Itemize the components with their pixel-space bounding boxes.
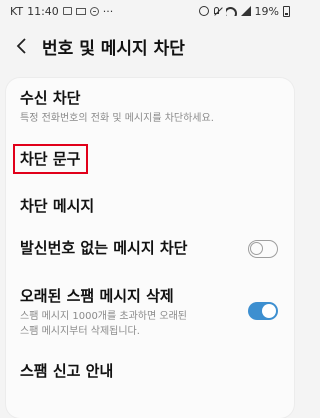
highlight-box: 차단 문구 xyxy=(13,144,89,174)
toggle-knob xyxy=(250,242,263,255)
delete-old-spam-desc-line2: 스팸 메시지부터 삭제됩니다. xyxy=(20,326,140,337)
signal-icon xyxy=(240,6,251,16)
spam-report-title: 스팸 신고 안내 xyxy=(20,362,114,380)
no-caller-id-toggle[interactable] xyxy=(248,240,278,258)
status-left: KT 11:40 ··· xyxy=(10,5,113,18)
settings-card: 수신 차단 특정 전화번호의 전화 및 메시지를 차단하세요. 차단 문구 차단… xyxy=(6,78,294,418)
receive-block-title: 수신 차단 xyxy=(20,89,81,107)
clock: 11:40 xyxy=(27,4,59,18)
page-title: 번호 및 메시지 차단 xyxy=(42,38,185,59)
alarm-icon xyxy=(198,6,209,16)
block-phrase-title: 차단 문구 xyxy=(20,150,81,168)
app-bar: 번호 및 메시지 차단 xyxy=(0,22,300,70)
blocked-messages-item[interactable]: 차단 메시지 xyxy=(6,196,294,216)
blocked-messages-title: 차단 메시지 xyxy=(20,197,95,215)
toggle-knob xyxy=(262,304,276,318)
delete-old-spam-toggle[interactable] xyxy=(248,302,278,320)
image-notification-icon xyxy=(62,7,72,15)
battery-icon xyxy=(283,5,290,17)
status-bar: KT 11:40 ··· 19% xyxy=(0,0,300,22)
battery-percent: 19% xyxy=(254,4,279,18)
do-not-disturb-icon xyxy=(89,6,99,16)
wifi-icon xyxy=(225,6,237,16)
chevron-left-icon xyxy=(16,38,26,54)
receive-block-description: 특정 전화번호의 전화 및 메시지를 차단하세요. xyxy=(20,113,214,124)
carrier-label: KT xyxy=(10,4,24,18)
more-notifications-icon: ··· xyxy=(102,4,114,18)
mute-icon xyxy=(213,6,222,16)
spam-report-item[interactable]: 스팸 신고 안내 xyxy=(6,361,294,381)
mail-notification-icon xyxy=(75,7,86,15)
back-button[interactable] xyxy=(2,22,42,70)
block-phrase-item[interactable]: 차단 문구 xyxy=(6,144,294,174)
receive-block-item[interactable]: 수신 차단 특정 전화번호의 전화 및 메시지를 차단하세요. xyxy=(6,88,294,126)
status-right: 19% xyxy=(198,4,290,18)
